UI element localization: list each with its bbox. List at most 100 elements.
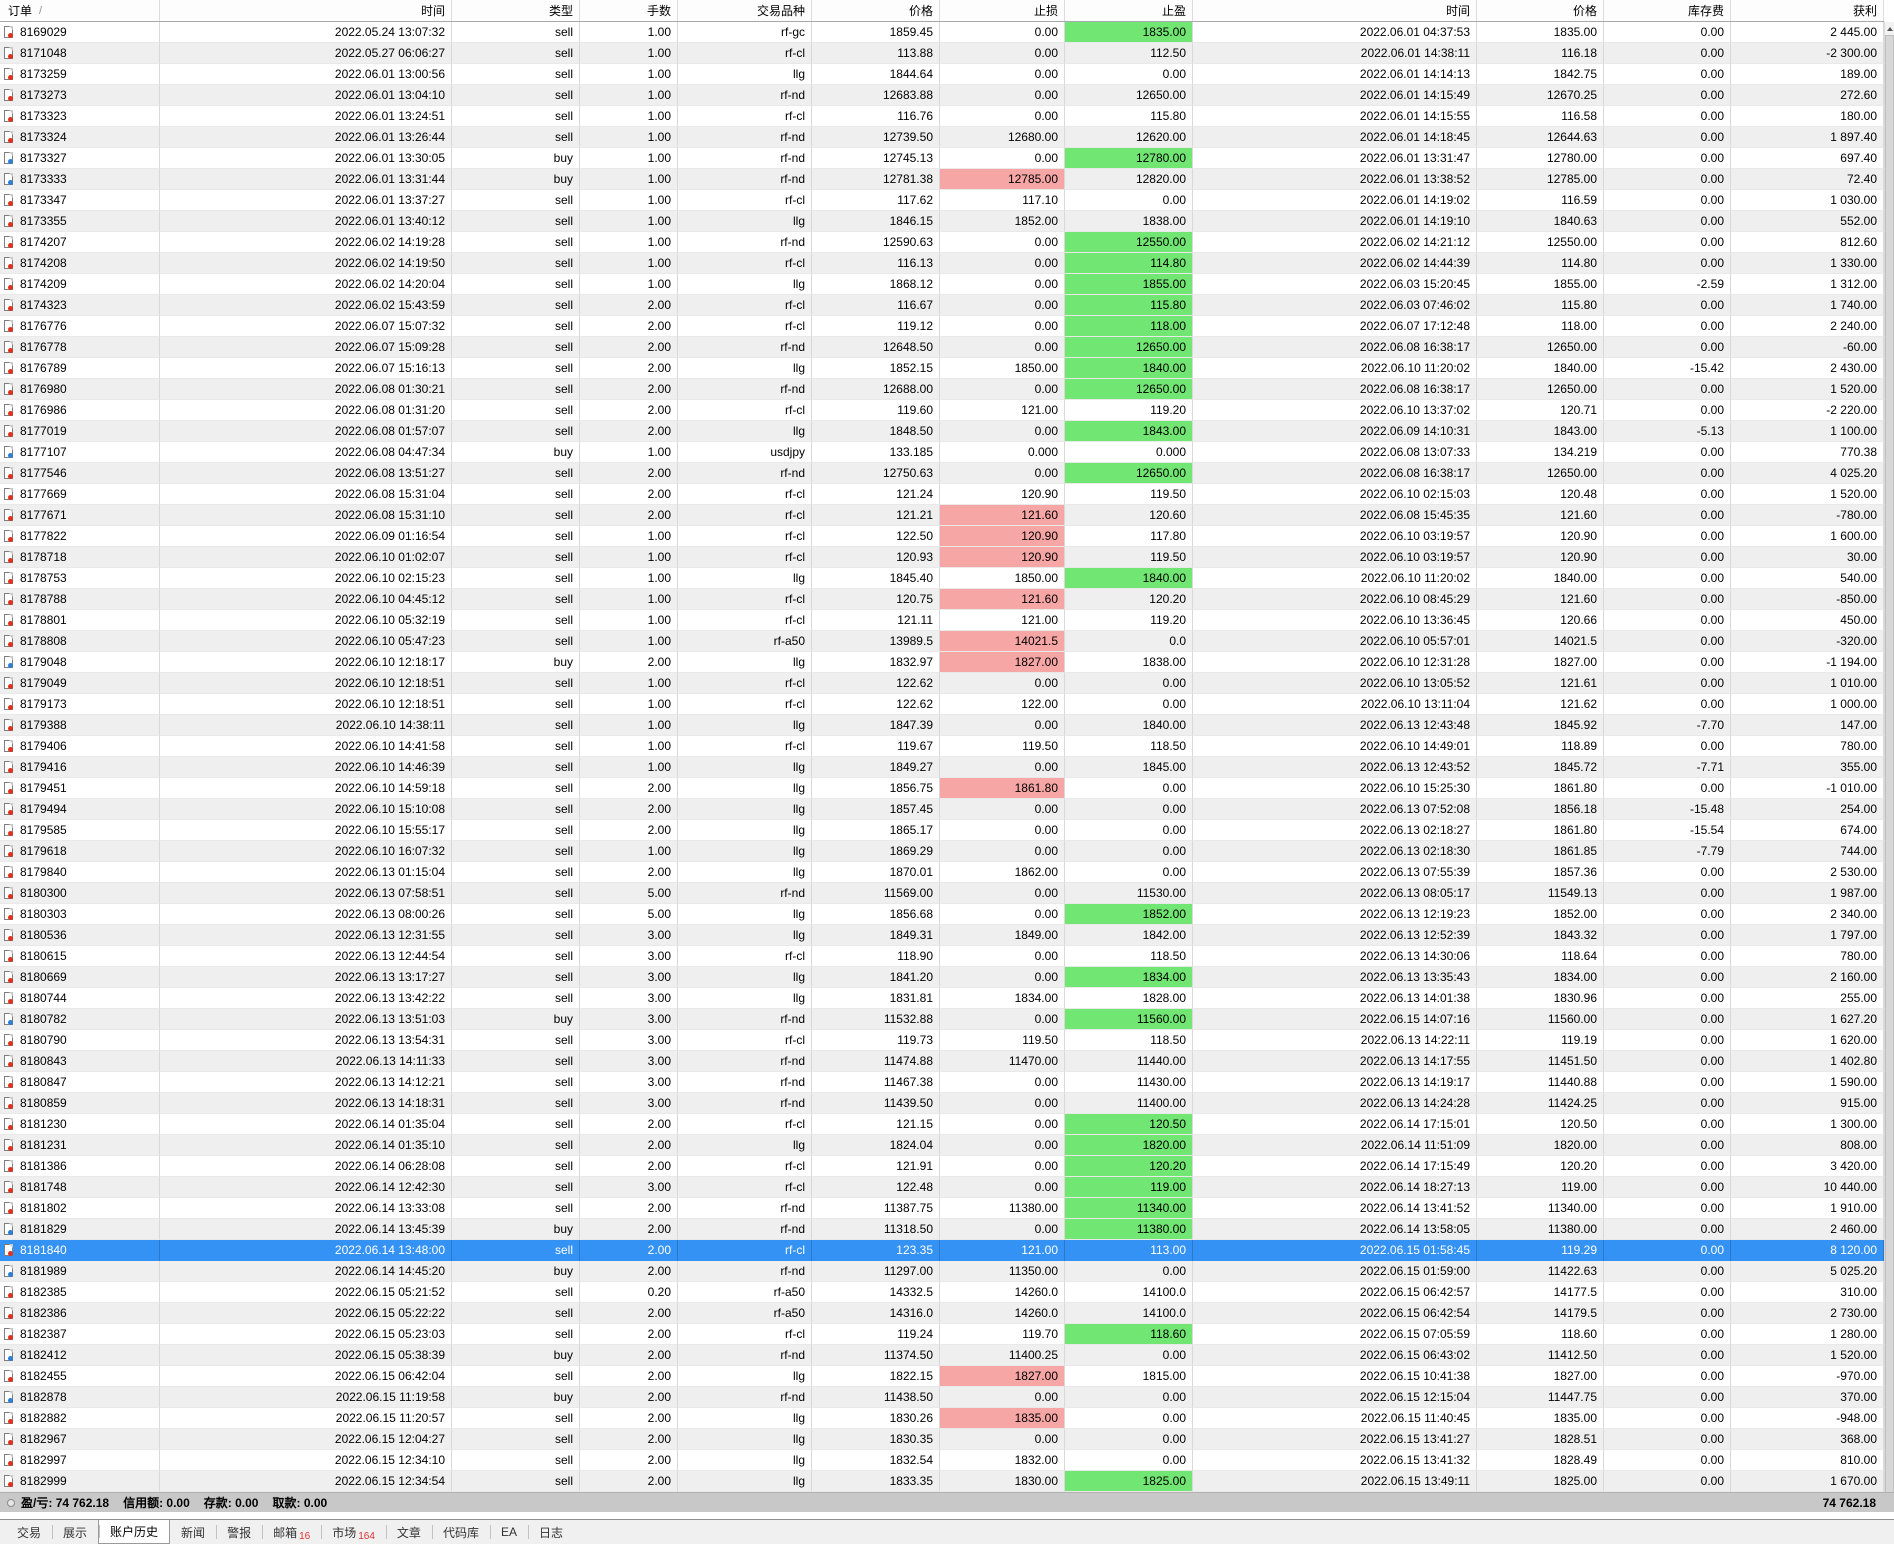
- table-row[interactable]: 8174207 2022.06.02 14:19:28 sell 1.00 rf-nd 1…: [0, 232, 1884, 253]
- table-row[interactable]: 8174323 2022.06.02 15:43:59 sell 2.00 rf-cl 1…: [0, 295, 1884, 316]
- table-row[interactable]: 8182455 2022.06.15 06:42:04 sell 2.00 llg 182…: [0, 1366, 1884, 1387]
- table-row[interactable]: 8177669 2022.06.08 15:31:04 sell 2.00 rf-cl 1…: [0, 484, 1884, 505]
- table-row[interactable]: 8177671 2022.06.08 15:31:10 sell 2.00 rf-cl 1…: [0, 505, 1884, 526]
- table-row[interactable]: 8182387 2022.06.15 05:23:03 sell 2.00 rf-cl 1…: [0, 1324, 1884, 1345]
- table-row[interactable]: 8182412 2022.06.15 05:38:39 buy 2.00 rf-nd 11…: [0, 1345, 1884, 1366]
- scroll-up-arrow-icon[interactable]: [1885, 22, 1894, 35]
- column-header-profit[interactable]: 获利: [1731, 0, 1884, 21]
- table-row[interactable]: 8177107 2022.06.08 04:47:34 buy 1.00 usdjpy 1…: [0, 442, 1884, 463]
- table-row[interactable]: 8173327 2022.06.01 13:30:05 buy 1.00 rf-nd 12…: [0, 148, 1884, 169]
- table-row[interactable]: 8181748 2022.06.14 12:42:30 sell 3.00 rf-cl 1…: [0, 1177, 1884, 1198]
- tab-articles[interactable]: 文章: [385, 1520, 432, 1544]
- table-row[interactable]: 8178753 2022.06.10 02:15:23 sell 1.00 llg 184…: [0, 568, 1884, 589]
- tab-trade[interactable]: 交易: [6, 1520, 52, 1544]
- tab-alerts[interactable]: 警报: [216, 1520, 262, 1544]
- table-row[interactable]: 8179585 2022.06.10 15:55:17 sell 2.00 llg 186…: [0, 820, 1884, 841]
- table-row[interactable]: 8181231 2022.06.14 01:35:10 sell 2.00 llg 182…: [0, 1135, 1884, 1156]
- table-row[interactable]: 8174209 2022.06.02 14:20:04 sell 1.00 llg 186…: [0, 274, 1884, 295]
- table-row[interactable]: 8176776 2022.06.07 15:07:32 sell 2.00 rf-cl 1…: [0, 316, 1884, 337]
- table-row[interactable]: 8178788 2022.06.10 04:45:12 sell 1.00 rf-cl 1…: [0, 589, 1884, 610]
- table-row[interactable]: 8177019 2022.06.08 01:57:07 sell 2.00 llg 184…: [0, 421, 1884, 442]
- table-row[interactable]: 8173259 2022.06.01 13:00:56 sell 1.00 llg 184…: [0, 64, 1884, 85]
- column-header-open-price[interactable]: 价格: [812, 0, 940, 21]
- table-row[interactable]: 8181840 2022.06.14 13:48:00 sell 2.00 rf-cl 1…: [0, 1240, 1884, 1261]
- column-header-close-price[interactable]: 价格: [1477, 0, 1604, 21]
- table-row[interactable]: 8179048 2022.06.10 12:18:17 buy 2.00 llg 1832…: [0, 652, 1884, 673]
- cell-close-price: 12644.63: [1477, 127, 1604, 148]
- table-row[interactable]: 8177822 2022.06.09 01:16:54 sell 1.00 rf-cl 1…: [0, 526, 1884, 547]
- table-row[interactable]: 8176778 2022.06.07 15:09:28 sell 2.00 rf-nd 1…: [0, 337, 1884, 358]
- column-header-type[interactable]: 类型: [452, 0, 580, 21]
- table-row[interactable]: 8173355 2022.06.01 13:40:12 sell 1.00 llg 184…: [0, 211, 1884, 232]
- table-row[interactable]: 8180300 2022.06.13 07:58:51 sell 5.00 rf-nd 1…: [0, 883, 1884, 904]
- table-row[interactable]: 8182386 2022.06.15 05:22:22 sell 2.00 rf-a50…: [0, 1303, 1884, 1324]
- table-row[interactable]: 8179416 2022.06.10 14:46:39 sell 1.00 llg 184…: [0, 757, 1884, 778]
- tab-journal[interactable]: 日志: [527, 1520, 574, 1544]
- table-row[interactable]: 8180843 2022.06.13 14:11:33 sell 3.00 rf-nd 1…: [0, 1051, 1884, 1072]
- table-row[interactable]: 8179840 2022.06.13 01:15:04 sell 2.00 llg 187…: [0, 862, 1884, 883]
- table-row[interactable]: 8173347 2022.06.01 13:37:27 sell 1.00 rf-cl 1…: [0, 190, 1884, 211]
- table-row[interactable]: 8182997 2022.06.15 12:34:10 sell 2.00 llg 183…: [0, 1450, 1884, 1471]
- table-row[interactable]: 8176986 2022.06.08 01:31:20 sell 2.00 rf-cl 1…: [0, 400, 1884, 421]
- table-row[interactable]: 8181802 2022.06.14 13:33:08 sell 2.00 rf-nd 1…: [0, 1198, 1884, 1219]
- table-row[interactable]: 8173273 2022.06.01 13:04:10 sell 1.00 rf-nd 1…: [0, 85, 1884, 106]
- cell-profit: 812.60: [1731, 232, 1884, 253]
- tab-experts[interactable]: EA: [489, 1520, 528, 1544]
- column-header-close-time[interactable]: 时间: [1193, 0, 1477, 21]
- table-row[interactable]: 8169029 2022.05.24 13:07:32 sell 1.00 rf-gc 1…: [0, 22, 1884, 43]
- table-row[interactable]: 8177546 2022.06.08 13:51:27 sell 2.00 rf-nd 1…: [0, 463, 1884, 484]
- table-row[interactable]: 8176980 2022.06.08 01:30:21 sell 2.00 rf-nd 1…: [0, 379, 1884, 400]
- table-row[interactable]: 8180536 2022.06.13 12:31:55 sell 3.00 llg 184…: [0, 925, 1884, 946]
- column-header-open-time[interactable]: 时间: [160, 0, 452, 21]
- table-row[interactable]: 8180615 2022.06.13 12:44:54 sell 3.00 rf-cl 1…: [0, 946, 1884, 967]
- scrollbar-thumb[interactable]: [1885, 35, 1894, 1499]
- table-row[interactable]: 8178718 2022.06.10 01:02:07 sell 1.00 rf-cl 1…: [0, 547, 1884, 568]
- table-row[interactable]: 8179451 2022.06.10 14:59:18 sell 2.00 llg 185…: [0, 778, 1884, 799]
- table-row[interactable]: 8179049 2022.06.10 12:18:51 sell 1.00 rf-cl 1…: [0, 673, 1884, 694]
- column-header-symbol[interactable]: 交易品种: [678, 0, 812, 21]
- table-row[interactable]: 8178801 2022.06.10 05:32:19 sell 1.00 rf-cl 1…: [0, 610, 1884, 631]
- table-row[interactable]: 8179388 2022.06.10 14:38:11 sell 1.00 llg 184…: [0, 715, 1884, 736]
- column-header-take-profit[interactable]: 止盈: [1065, 0, 1193, 21]
- column-header-lots[interactable]: 手数: [580, 0, 678, 21]
- table-row[interactable]: 8179173 2022.06.10 12:18:51 sell 1.00 rf-cl 1…: [0, 694, 1884, 715]
- table-row[interactable]: 8178808 2022.06.10 05:47:23 sell 1.00 rf-a50…: [0, 631, 1884, 652]
- table-row[interactable]: 8181230 2022.06.14 01:35:04 sell 2.00 rf-cl 1…: [0, 1114, 1884, 1135]
- tab-mailbox[interactable]: 邮箱 16: [262, 1520, 321, 1544]
- table-row[interactable]: 8173333 2022.06.01 13:31:44 buy 1.00 rf-nd 12…: [0, 169, 1884, 190]
- column-header-order[interactable]: 订单 /: [0, 0, 160, 21]
- tab-market[interactable]: 市场 164: [321, 1520, 386, 1544]
- table-row[interactable]: 8181829 2022.06.14 13:45:39 buy 2.00 rf-nd 11…: [0, 1219, 1884, 1240]
- column-header-swap[interactable]: 库存费: [1604, 0, 1731, 21]
- table-row[interactable]: 8176789 2022.06.07 15:16:13 sell 2.00 llg 185…: [0, 358, 1884, 379]
- table-row[interactable]: 8180303 2022.06.13 08:00:26 sell 5.00 llg 185…: [0, 904, 1884, 925]
- table-row[interactable]: 8182999 2022.06.15 12:34:54 sell 2.00 llg 183…: [0, 1471, 1884, 1492]
- table-row[interactable]: 8171048 2022.05.27 06:06:27 sell 1.00 rf-cl 1…: [0, 43, 1884, 64]
- table-row[interactable]: 8182385 2022.06.15 05:21:52 sell 0.20 rf-a50…: [0, 1282, 1884, 1303]
- table-row[interactable]: 8180859 2022.06.13 14:18:31 sell 3.00 rf-nd 1…: [0, 1093, 1884, 1114]
- tab-code-base[interactable]: 代码库: [431, 1520, 490, 1544]
- vertical-scrollbar[interactable]: [1884, 22, 1894, 1512]
- table-row[interactable]: 8182967 2022.06.15 12:04:27 sell 2.00 llg 183…: [0, 1429, 1884, 1450]
- table-row[interactable]: 8179406 2022.06.10 14:41:58 sell 1.00 rf-cl 1…: [0, 736, 1884, 757]
- table-row[interactable]: 8179494 2022.06.10 15:10:08 sell 2.00 llg 185…: [0, 799, 1884, 820]
- table-row[interactable]: 8180847 2022.06.13 14:12:21 sell 3.00 rf-nd 1…: [0, 1072, 1884, 1093]
- table-row[interactable]: 8180669 2022.06.13 13:17:27 sell 3.00 llg 184…: [0, 967, 1884, 988]
- table-row[interactable]: 8180744 2022.06.13 13:42:22 sell 3.00 llg 183…: [0, 988, 1884, 1009]
- table-row[interactable]: 8181989 2022.06.14 14:45:20 buy 2.00 rf-nd 11…: [0, 1261, 1884, 1282]
- sell-order-doc-icon: [4, 761, 13, 773]
- tab-news[interactable]: 新闻: [170, 1520, 216, 1544]
- table-row[interactable]: 8173323 2022.06.01 13:24:51 sell 1.00 rf-cl 1…: [0, 106, 1884, 127]
- tab-account-history[interactable]: 账户历史: [98, 1520, 171, 1544]
- tab-exposure[interactable]: 展示: [52, 1520, 98, 1544]
- table-row[interactable]: 8180790 2022.06.13 13:54:31 sell 3.00 rf-cl 1…: [0, 1030, 1884, 1051]
- column-header-stop-loss[interactable]: 止损: [940, 0, 1065, 21]
- table-row[interactable]: 8173324 2022.06.01 13:26:44 sell 1.00 rf-nd 1…: [0, 127, 1884, 148]
- table-row[interactable]: 8174208 2022.06.02 14:19:50 sell 1.00 rf-cl 1…: [0, 253, 1884, 274]
- table-row[interactable]: 8182878 2022.06.15 11:19:58 buy 2.00 rf-nd 11…: [0, 1387, 1884, 1408]
- cell-profit: 254.00: [1731, 799, 1884, 820]
- table-row[interactable]: 8182882 2022.06.15 11:20:57 sell 2.00 llg 183…: [0, 1408, 1884, 1429]
- table-row[interactable]: 8179618 2022.06.10 16:07:32 sell 1.00 llg 186…: [0, 841, 1884, 862]
- table-row[interactable]: 8181386 2022.06.14 06:28:08 sell 2.00 rf-cl 1…: [0, 1156, 1884, 1177]
- table-row[interactable]: 8180782 2022.06.13 13:51:03 buy 3.00 rf-nd 11…: [0, 1009, 1884, 1030]
